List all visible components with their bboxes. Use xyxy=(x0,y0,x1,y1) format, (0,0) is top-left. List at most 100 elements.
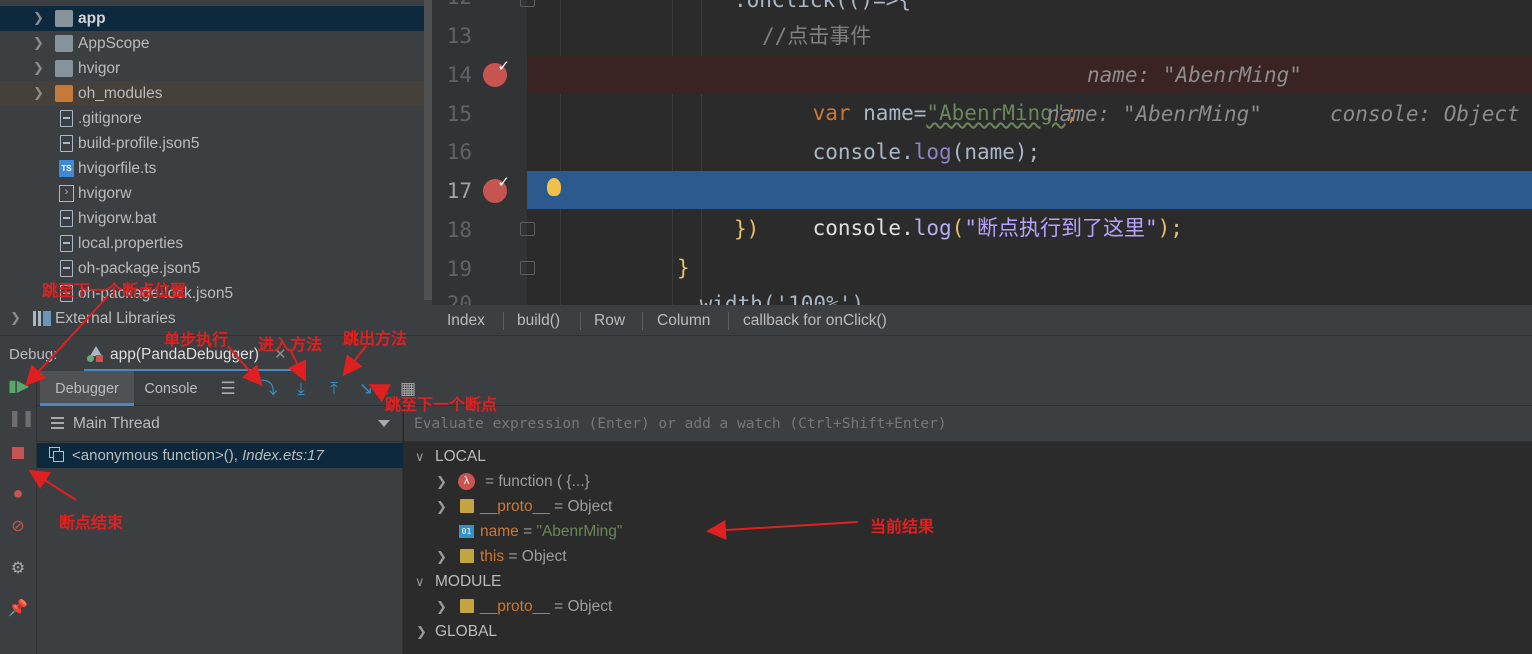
step-over-icon[interactable]: ⤵ xyxy=(258,378,280,400)
pause-program-icon[interactable]: ❚❚ xyxy=(8,409,35,429)
resume-program-icon[interactable]: ▮▶ xyxy=(8,377,29,397)
stack-frame-icon xyxy=(49,447,65,463)
chevron-right-icon[interactable]: ❯ xyxy=(33,6,47,31)
inline-debug-value: console: Object xyxy=(1330,102,1520,126)
thread-selector[interactable]: Main Thread xyxy=(37,406,403,442)
tree-item-hvigorfile[interactable]: TS hvigorfile.ts xyxy=(0,156,424,181)
tree-item-label: oh_modules xyxy=(78,85,163,102)
scope-label: LOCAL xyxy=(435,448,486,465)
tree-item-appscope[interactable]: ❯ AppScope xyxy=(0,31,424,56)
chevron-right-icon[interactable]: ❯ xyxy=(33,56,47,81)
excluded-folder-icon xyxy=(55,85,73,102)
stop-icon[interactable] xyxy=(8,443,28,463)
view-breakpoints-icon[interactable]: ● xyxy=(8,483,28,503)
variable-value: = function ( {...} xyxy=(485,473,590,490)
code-line-15[interactable]: console.log(name); name: "AbenrMing" con… xyxy=(527,95,1532,164)
breakpoint-icon[interactable] xyxy=(483,57,510,87)
variable-value: "AbenrMing" xyxy=(536,523,623,540)
settings-gear-icon[interactable]: ⚙ xyxy=(8,559,28,579)
field-icon xyxy=(460,499,474,513)
file-icon xyxy=(60,210,73,227)
code-line-20[interactable]: .width('100%') xyxy=(527,285,1532,305)
variable-equals: = xyxy=(518,523,537,540)
code-line-18[interactable]: }) xyxy=(527,210,1532,248)
tree-item-label: hvigorfile.ts xyxy=(78,160,157,177)
breadcrumb-item[interactable]: callback for onClick() xyxy=(743,305,887,337)
chevron-right-icon[interactable]: ❯ xyxy=(10,306,24,331)
tree-item-hvigorw-bat[interactable]: hvigorw.bat xyxy=(0,206,424,231)
folder-icon xyxy=(55,35,73,52)
file-icon xyxy=(60,110,73,127)
lightbulb-icon[interactable] xyxy=(547,178,561,196)
breadcrumb-separator xyxy=(728,312,729,330)
line-number: 14 xyxy=(446,63,472,87)
tree-item-hvigorw[interactable]: › hvigorw xyxy=(0,181,424,206)
method-name: log xyxy=(913,140,952,164)
variables-panel: Evaluate expression (Enter) or add a wat… xyxy=(404,406,1532,654)
breakpoint-icon[interactable] xyxy=(483,173,510,203)
code-comment: //点击事件 xyxy=(762,24,872,48)
line-number: 17 xyxy=(446,179,472,203)
run-to-cursor-icon[interactable]: ↘ xyxy=(355,378,377,400)
shell-script-icon: › xyxy=(59,185,74,202)
breadcrumb-item[interactable]: Index xyxy=(447,305,485,337)
step-out-icon[interactable]: ⤒ xyxy=(323,378,345,400)
tree-item-label: app xyxy=(78,10,106,27)
code-line-19[interactable]: } xyxy=(527,249,1532,287)
tree-item-label: .gitignore xyxy=(78,110,142,127)
file-icon xyxy=(60,235,73,252)
code-text: console. xyxy=(812,140,914,164)
tree-item-label: AppScope xyxy=(78,35,150,52)
breadcrumb-item[interactable]: build() xyxy=(517,305,560,337)
debugger-tabs-row: Debugger Console ☰ ⤵ ⤓ ⤒ ↘ ▦ xyxy=(37,371,1532,406)
evaluate-expression-field[interactable]: Evaluate expression (Enter) or add a wat… xyxy=(404,406,1532,442)
chevron-right-icon[interactable]: ❯ xyxy=(436,544,447,569)
annotation-run-to-next: 跳至下一个断点 xyxy=(385,395,498,414)
breadcrumb: Index build() Row Column callback for on… xyxy=(432,305,1532,335)
mute-breakpoints-icon[interactable]: ⊘ xyxy=(8,517,28,537)
breadcrumb-item[interactable]: Row xyxy=(594,305,625,337)
tree-item-local-properties[interactable]: local.properties xyxy=(0,231,424,256)
annotation-current-result: 当前结果 xyxy=(870,517,935,536)
tree-item-oh-modules[interactable]: ❯ oh_modules xyxy=(0,81,424,106)
tree-item-label: hvigor xyxy=(78,60,121,77)
variable-value: = Object xyxy=(508,548,567,565)
tab-debugger[interactable]: Debugger xyxy=(40,371,134,406)
breadcrumb-item[interactable]: Column xyxy=(657,305,710,337)
chevron-right-icon[interactable]: ❯ xyxy=(33,31,47,56)
chevron-down-icon[interactable]: ∨ xyxy=(415,444,425,469)
stack-frame-name: <anonymous function>(), xyxy=(72,447,243,464)
tree-item-gitignore[interactable]: .gitignore xyxy=(0,106,424,131)
typescript-file-icon: TS xyxy=(59,160,74,177)
stack-frame-location: Index.ets:17 xyxy=(242,447,324,464)
tab-console[interactable]: Console xyxy=(134,371,208,406)
chevron-down-icon[interactable]: ∨ xyxy=(415,569,425,594)
tree-item-build-profile[interactable]: build-profile.json5 xyxy=(0,131,424,156)
pin-icon[interactable]: 📌 xyxy=(8,599,28,619)
tree-item-label: local.properties xyxy=(78,235,184,252)
annotation-resume: 跳至下一个断点位置 xyxy=(42,281,187,300)
chevron-right-icon[interactable]: ❯ xyxy=(436,594,447,619)
tree-item-app[interactable]: ❯ app xyxy=(0,6,424,31)
line-number: 16 xyxy=(446,140,472,164)
show-execution-point-icon[interactable]: ☰ xyxy=(217,378,239,400)
chevron-right-icon[interactable]: ❯ xyxy=(416,619,427,644)
chevron-right-icon[interactable]: ❯ xyxy=(33,81,47,106)
variable-name: __proto__ xyxy=(480,498,550,515)
code-line-14[interactable]: var name="AbenrMing"; name: "AbenrMing" xyxy=(527,56,1532,125)
tree-scrollbar[interactable] xyxy=(424,0,432,300)
chevron-right-icon[interactable]: ❯ xyxy=(436,469,447,494)
chevron-right-icon[interactable]: ❯ xyxy=(436,494,447,519)
line-number: 12 xyxy=(432,0,472,9)
stack-frame-row[interactable]: <anonymous function>(), Index.ets:17 xyxy=(37,443,403,468)
dropdown-arrow-icon[interactable] xyxy=(378,420,390,427)
code-line-17-execution-point[interactable]: console.log("断点执行到了这里"); xyxy=(527,171,1532,240)
scope-label: MODULE xyxy=(435,573,502,590)
variable-name: __proto__ xyxy=(480,598,550,615)
inline-debug-value: name: "AbenrMing" xyxy=(1087,63,1302,87)
line-number: 18 xyxy=(446,218,472,242)
annotation-step-out: 跳出方法 xyxy=(343,329,408,348)
code-line-13[interactable]: //点击事件 xyxy=(527,17,1532,55)
step-into-icon[interactable]: ⤓ xyxy=(290,378,312,400)
tree-item-hvigor[interactable]: ❯ hvigor xyxy=(0,56,424,81)
